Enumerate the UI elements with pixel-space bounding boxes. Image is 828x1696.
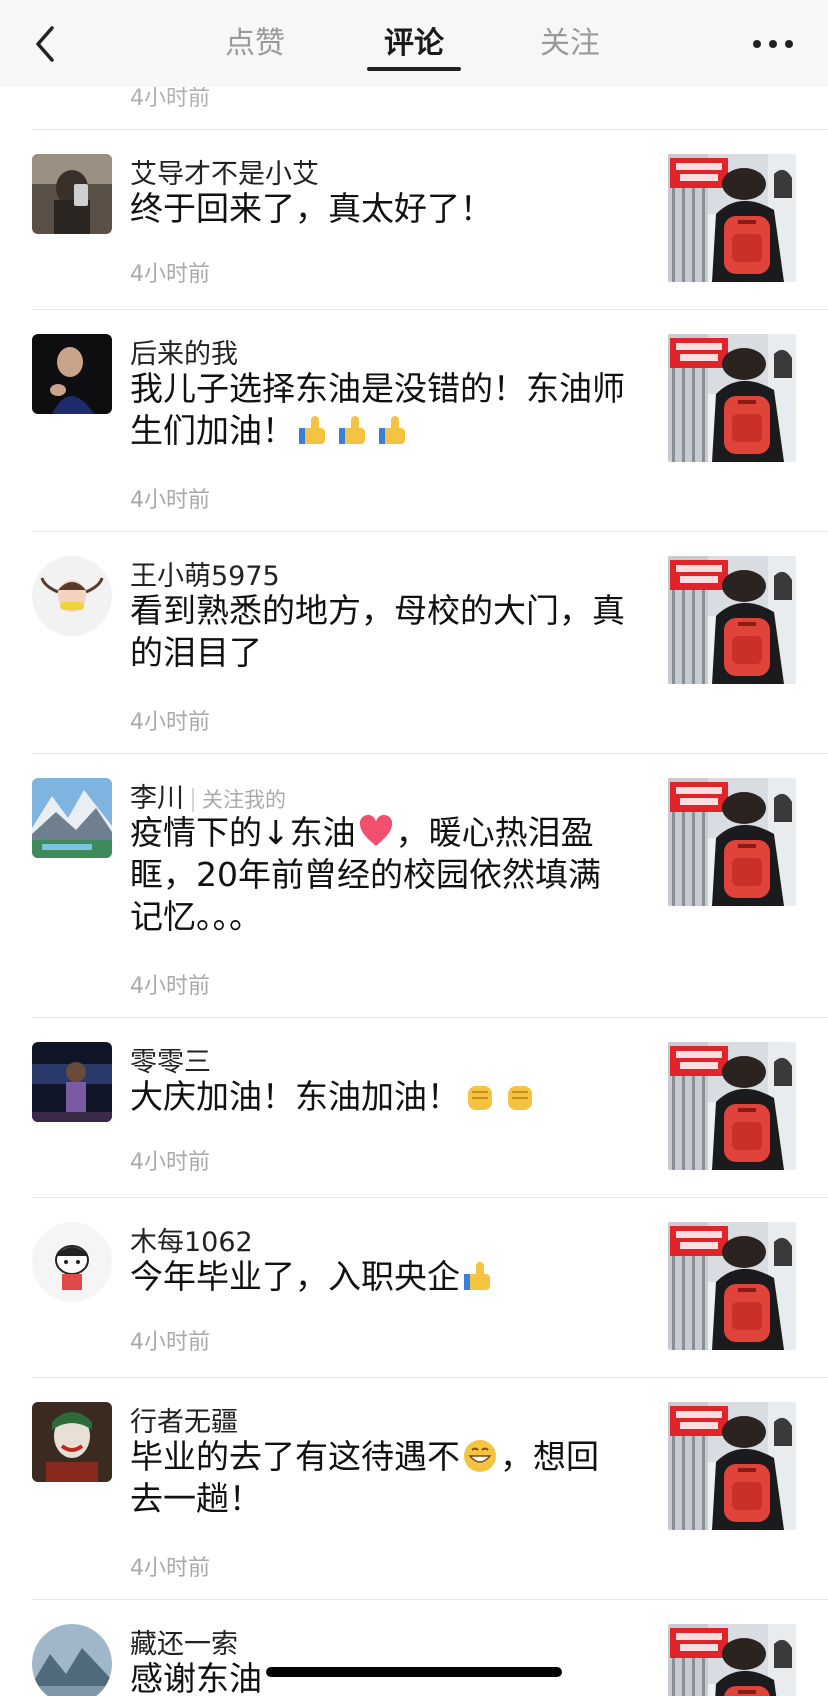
comment-time: 4小时前 — [130, 1556, 210, 1581]
username[interactable]: 藏还一索 — [130, 1622, 238, 1661]
comment-text: 终于回来了，真太好了！ — [130, 189, 493, 228]
post-thumbnail[interactable] — [668, 1042, 796, 1170]
username[interactable]: 艾导才不是小艾 — [130, 152, 319, 191]
username[interactable]: 木每1062 — [130, 1220, 253, 1259]
post-thumbnail[interactable] — [668, 556, 796, 684]
username[interactable]: 行者无疆 — [130, 1400, 238, 1439]
avatar[interactable] — [32, 778, 112, 858]
comment-time: 4小时前 — [130, 488, 210, 513]
comment-time: 4小时前 — [130, 1330, 210, 1355]
fist-emoji — [468, 1086, 492, 1110]
comment-text: 毕业的去了有这待遇不 ，想回去一趟！ — [130, 1437, 599, 1518]
fist-emoji — [508, 1086, 532, 1110]
username[interactable]: 李川 关注我的 — [130, 776, 286, 815]
tab-likes[interactable]: 点赞 — [195, 22, 315, 66]
tab-follows[interactable]: 关注 — [510, 22, 630, 66]
comment-text: 大庆加油！东油加油！ — [130, 1076, 630, 1118]
more-button[interactable] — [748, 26, 798, 62]
divider — [32, 753, 828, 754]
grin-emoji — [464, 1440, 496, 1472]
active-tab-indicator — [367, 67, 461, 71]
post-thumbnail[interactable] — [668, 1222, 796, 1350]
post-thumbnail[interactable] — [668, 1624, 796, 1696]
comment-time: 4小时前 — [130, 262, 210, 287]
post-thumbnail[interactable] — [668, 334, 796, 462]
post-thumbnail[interactable] — [668, 1402, 796, 1530]
post-thumbnail[interactable] — [668, 778, 796, 906]
comment-text: 疫情下的↓东油 ，暖心热泪盈眶，20年前曾经的校园依然填满记忆。。。 — [130, 813, 601, 936]
avatar[interactable] — [32, 334, 112, 414]
avatar[interactable] — [32, 1624, 112, 1696]
username[interactable]: 王小萌5975 — [130, 554, 280, 593]
divider — [32, 1197, 828, 1198]
avatar[interactable] — [32, 1042, 112, 1122]
avatar[interactable] — [32, 1222, 112, 1302]
comment-text: 看到熟悉的地方，母校的大门，真的泪目了 — [130, 591, 625, 672]
comment-row[interactable]: 藏还一索 感谢东油 — [0, 1600, 828, 1696]
divider — [32, 531, 828, 532]
thumbs-up-emoji — [299, 416, 325, 444]
post-thumbnail[interactable] — [668, 154, 796, 282]
tab-bar: 点赞 评论 关注 — [0, 0, 828, 87]
ellipsis-icon — [753, 40, 793, 48]
comment-text: 今年毕业了，入职央企 — [130, 1256, 630, 1298]
heart-emoji — [359, 814, 392, 846]
divider — [32, 309, 828, 310]
thumbs-up-emoji — [379, 416, 405, 444]
comment-text: 我儿子选择东油是没错的！东油师生们加油！ — [130, 369, 625, 450]
comment-time: 4小时前 — [130, 710, 210, 735]
tab-comments[interactable]: 评论 — [354, 22, 474, 66]
username[interactable]: 零零三 — [130, 1040, 211, 1079]
divider — [32, 129, 828, 130]
avatar[interactable] — [32, 154, 112, 234]
comment-text: 感谢东油 — [130, 1659, 262, 1696]
divider — [32, 1017, 828, 1018]
divider — [32, 1377, 828, 1378]
follows-me-tag: 关注我的 — [192, 788, 286, 812]
home-indicator[interactable] — [266, 1667, 562, 1677]
comment-time: 4小时前 — [130, 974, 210, 999]
top-navigation-bar: 点赞 评论 关注 — [0, 0, 828, 87]
comment-time: 4小时前 — [130, 1150, 210, 1175]
thumbs-up-emoji — [339, 416, 365, 444]
thumbs-up-emoji — [464, 1262, 490, 1290]
avatar[interactable] — [32, 556, 112, 636]
avatar[interactable] — [32, 1402, 112, 1482]
username[interactable]: 后来的我 — [130, 332, 238, 371]
